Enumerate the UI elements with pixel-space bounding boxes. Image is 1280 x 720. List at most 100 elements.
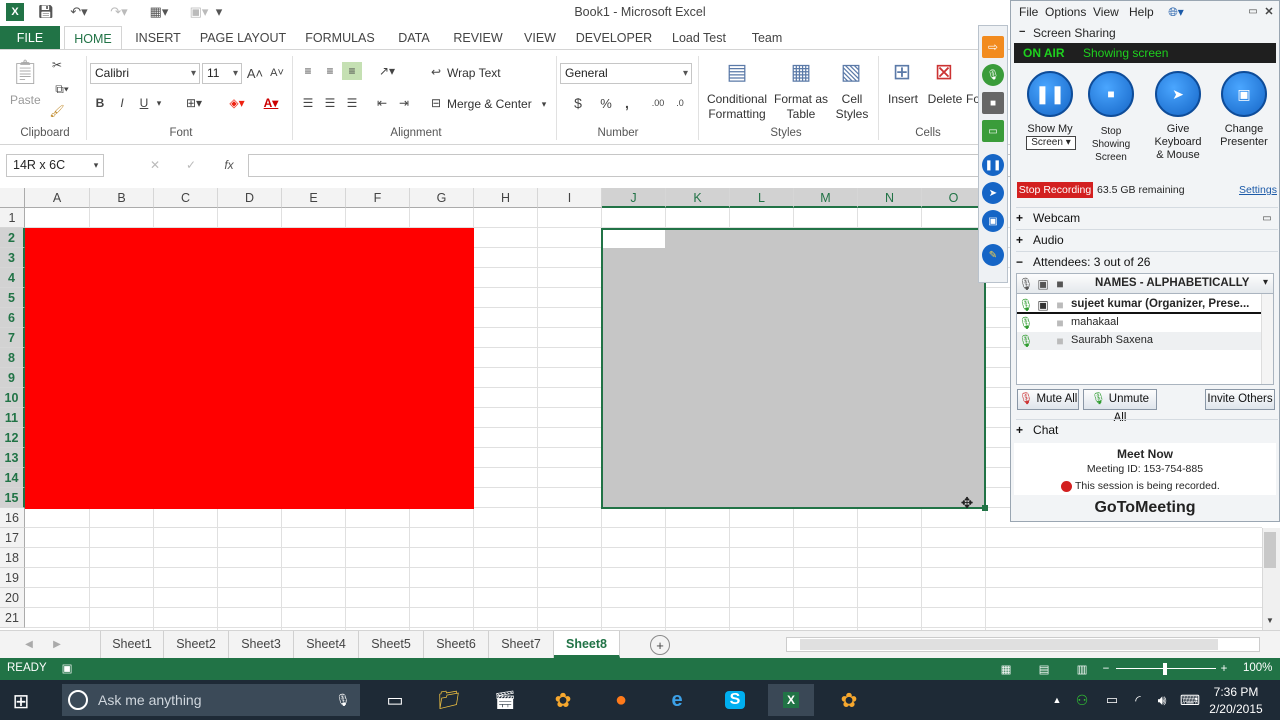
row-header-20[interactable]: 20 [0, 588, 25, 608]
change-presenter-icon[interactable]: ▣ [1221, 71, 1267, 117]
wifi-icon[interactable]: ◜ [1128, 690, 1148, 710]
microphone-icon[interactable]: 🎙︎ [335, 690, 350, 710]
cell-styles-button[interactable]: Cell Styles [832, 92, 872, 122]
paste-icon[interactable]: 📋︎ [10, 56, 40, 88]
firefox-icon[interactable]: ● [598, 684, 644, 716]
row-header-21[interactable]: 21 [0, 608, 25, 628]
bold-button[interactable]: B [92, 94, 108, 112]
merge-dropdown-icon[interactable]: ▾ [538, 97, 550, 111]
camera-app-icon[interactable]: 🎬︎ [482, 684, 528, 716]
row-header-5[interactable]: 5 [0, 288, 25, 308]
tab-formulas[interactable]: FORMULAS [302, 26, 378, 50]
align-center-icon[interactable]: ☰ [320, 94, 340, 112]
clock-time[interactable]: 7:36 PM [1206, 685, 1266, 699]
screen-sharing-heading[interactable]: Screen Sharing [1033, 26, 1116, 40]
row-header-1[interactable]: 1 [0, 208, 25, 228]
conditional-formatting-icon[interactable]: ▤ [722, 56, 752, 88]
italic-button[interactable]: I [114, 94, 130, 112]
chat-section[interactable]: + Chat [1016, 419, 1278, 439]
wrap-text-button[interactable]: Wrap Text [447, 66, 501, 80]
orientation-icon[interactable]: ↗▾ [372, 62, 402, 80]
gotomeeting-flower-icon[interactable]: ✿ [540, 684, 586, 716]
tab-data[interactable]: DATA [390, 26, 438, 50]
column-header-k[interactable]: K [666, 188, 730, 208]
enter-icon[interactable]: ✓ [182, 156, 200, 174]
row-header-18[interactable]: 18 [0, 548, 25, 568]
row-header-8[interactable]: 8 [0, 348, 25, 368]
skype-icon[interactable]: S [712, 684, 758, 716]
column-header-j[interactable]: J [602, 188, 666, 208]
invite-others-button[interactable]: Invite Others [1205, 389, 1275, 410]
language-icon[interactable]: ⌨ [1180, 690, 1200, 710]
attendee-name[interactable]: mahakaal [1071, 316, 1119, 328]
row-header-17[interactable]: 17 [0, 528, 25, 548]
stop-recording-button[interactable]: Stop Recording [1017, 182, 1093, 198]
close-icon[interactable]: ✕ [1263, 5, 1275, 18]
tray-app-icon[interactable]: ⚇ [1072, 690, 1092, 710]
row-header-7[interactable]: 7 [0, 328, 25, 348]
column-header-i[interactable]: I [538, 188, 602, 208]
font-name-dropdown[interactable]: Calibri [90, 63, 200, 84]
merge-center-icon[interactable]: ⊟ [428, 95, 444, 111]
presenter-toolbar-icon[interactable]: ▣ [982, 210, 1004, 232]
increase-decimal-icon[interactable]: .00 [648, 94, 668, 112]
task-view-icon[interactable]: ▭ [372, 684, 418, 716]
insert-function-button[interactable]: fx [218, 156, 240, 174]
give-keyboard-icon[interactable]: ➤ [1155, 71, 1201, 117]
paste-button[interactable]: Paste [10, 93, 41, 107]
give-keyboard-label[interactable]: Give Keyboard & Mouse [1147, 123, 1209, 162]
selected-range[interactable] [601, 228, 986, 509]
fill-handle[interactable] [982, 505, 988, 511]
copy-icon[interactable]: ⧉▾ [48, 80, 76, 98]
row-header-2[interactable]: 2 [0, 228, 25, 248]
wrap-text-icon[interactable]: ↩ [428, 64, 444, 80]
tab-view[interactable]: VIEW [518, 26, 562, 50]
gtm-menu-options[interactable]: Options [1045, 5, 1086, 19]
increase-indent-icon[interactable]: ⇥ [394, 94, 414, 112]
top-align-icon[interactable]: ≡ [298, 62, 318, 80]
sheet-tab[interactable]: Sheet4 [294, 631, 359, 658]
change-presenter-label[interactable]: Change Presenter [1211, 123, 1277, 149]
row-header-10[interactable]: 10 [0, 388, 25, 408]
vertical-scroll-thumb[interactable] [1264, 532, 1276, 568]
row-header-9[interactable]: 9 [0, 368, 25, 388]
percent-button[interactable]: % [596, 94, 616, 112]
row-header-15[interactable]: 15 [0, 488, 25, 508]
mute-all-button[interactable]: 🎙︎ Mute All [1017, 389, 1079, 410]
clock-date[interactable]: 2/20/2015 [1206, 702, 1266, 716]
tab-page-layout[interactable]: PAGE LAYOUT [196, 26, 290, 50]
stop-showing-label[interactable]: Stop Showing Screen [1083, 125, 1139, 164]
pause-toolbar-icon[interactable]: ❚❚ [982, 154, 1004, 176]
column-header-m[interactable]: M [794, 188, 858, 208]
format-as-table-icon[interactable]: ▦ [786, 56, 816, 88]
collapse-panel-icon[interactable]: ⇨ [982, 36, 1004, 58]
settings-link[interactable]: Settings [1239, 184, 1277, 196]
red-filled-range[interactable] [25, 228, 474, 509]
delete-cells-icon[interactable]: ⊠ [930, 56, 958, 88]
column-header-d[interactable]: D [218, 188, 282, 208]
zoom-level[interactable]: 100% [1243, 662, 1272, 674]
column-header-n[interactable]: N [858, 188, 922, 208]
column-header-e[interactable]: E [282, 188, 346, 208]
names-header[interactable]: NAMES - ALPHABETICALLY [1095, 277, 1249, 289]
column-header-l[interactable]: L [730, 188, 794, 208]
add-sheet-icon[interactable]: + [650, 635, 670, 655]
webcam-section[interactable]: + Webcam [1016, 207, 1278, 227]
gtm-menu-file[interactable]: File [1019, 5, 1038, 19]
restore-icon[interactable]: ▭ [1247, 5, 1259, 17]
row-header-3[interactable]: 3 [0, 248, 25, 268]
delete-cells-button[interactable]: Delete [926, 92, 964, 106]
decrease-font-icon[interactable]: A˅ [268, 64, 286, 82]
column-header-g[interactable]: G [410, 188, 474, 208]
unmute-all-button[interactable]: 🎙︎ Unmute All [1083, 389, 1157, 424]
zoom-slider-thumb[interactable] [1163, 663, 1167, 675]
attendee-name[interactable]: Saurabh Saxena [1071, 334, 1153, 346]
power-icon[interactable]: ▭ [1102, 690, 1122, 710]
normal-view-icon[interactable]: ▦ [998, 661, 1014, 677]
macro-record-icon[interactable]: ▣ [60, 661, 74, 675]
merge-center-button[interactable]: Merge & Center [447, 97, 532, 111]
insert-cells-button[interactable]: Insert [886, 92, 920, 106]
column-header-b[interactable]: B [90, 188, 154, 208]
file-explorer-icon[interactable]: 📁︎ [426, 684, 472, 716]
font-size-dropdown[interactable]: 11 [202, 63, 242, 84]
